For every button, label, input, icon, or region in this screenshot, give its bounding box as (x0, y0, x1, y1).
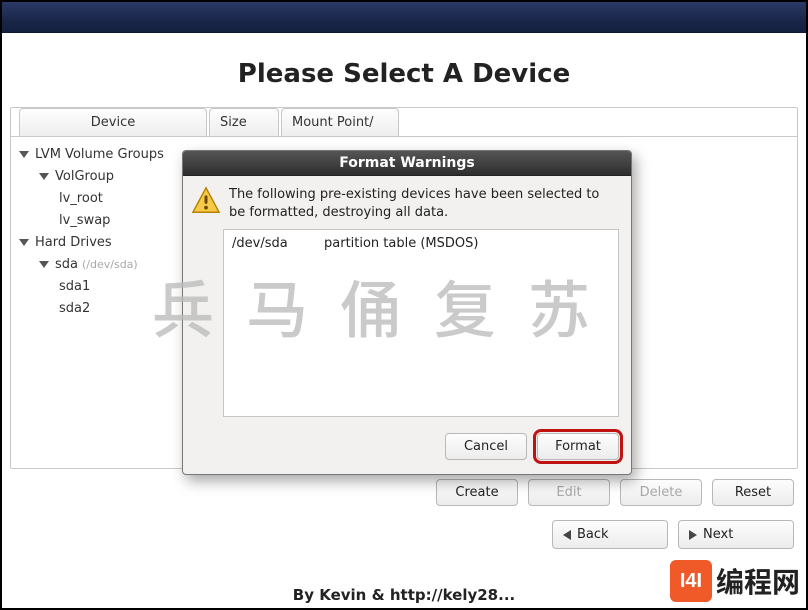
arrow-right-icon (689, 530, 697, 540)
chevron-down-icon[interactable] (19, 151, 29, 158)
tree-hint: (/dev/sda) (82, 258, 138, 271)
dialog-title: Format Warnings (183, 151, 631, 176)
site-logo-text: 编程网 (712, 561, 800, 601)
device-list[interactable]: /dev/sda partition table (MSDOS) (223, 229, 619, 417)
column-mount[interactable]: Mount Point/ (281, 108, 399, 136)
page-title: Please Select A Device (2, 59, 806, 89)
back-label: Back (577, 527, 609, 542)
edit-button: Edit (528, 479, 610, 506)
cancel-button[interactable]: Cancel (445, 433, 527, 460)
tree-label: sda (55, 257, 78, 272)
tree-label: VolGroup (55, 169, 114, 184)
tree-label: LVM Volume Groups (35, 147, 164, 162)
device-path: /dev/sda (232, 236, 324, 251)
tree-label: lv_root (59, 191, 103, 206)
site-logo: I4I 编程网 (670, 560, 800, 602)
next-button[interactable]: Next (678, 520, 794, 549)
dialog-message: The following pre-existing devices have … (229, 186, 619, 221)
installer-top-bar (2, 2, 806, 33)
site-logo-badge: I4I (670, 560, 712, 602)
nav-buttons: Back Next (2, 520, 794, 549)
format-warnings-dialog: Format Warnings The following pre-existi… (182, 150, 632, 475)
tree-label: lv_swap (59, 213, 110, 228)
arrow-left-icon (563, 530, 571, 540)
device-list-row[interactable]: /dev/sda partition table (MSDOS) (232, 236, 610, 251)
next-label: Next (703, 527, 733, 542)
warning-icon (191, 186, 221, 221)
device-desc: partition table (MSDOS) (324, 236, 478, 251)
tree-label: Hard Drives (35, 235, 112, 250)
partition-buttons: Create Edit Delete Reset (2, 479, 794, 506)
reset-button[interactable]: Reset (712, 479, 794, 506)
column-size[interactable]: Size (209, 108, 279, 136)
tree-label: sda2 (59, 301, 90, 316)
create-button[interactable]: Create (436, 479, 518, 506)
chevron-down-icon[interactable] (19, 239, 29, 246)
chevron-down-icon[interactable] (39, 173, 49, 180)
column-headers: Device Size Mount Point/ (11, 108, 797, 136)
format-button[interactable]: Format (537, 433, 619, 460)
tree-label: sda1 (59, 279, 90, 294)
back-button[interactable]: Back (552, 520, 668, 549)
chevron-down-icon[interactable] (39, 261, 49, 268)
column-device[interactable]: Device (19, 108, 207, 136)
delete-button: Delete (620, 479, 702, 506)
